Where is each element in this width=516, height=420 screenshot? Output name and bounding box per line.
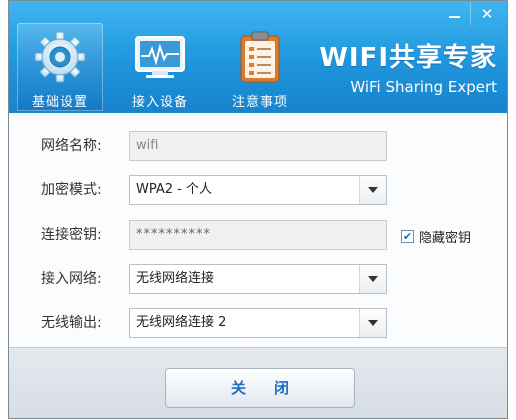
wireless-output-row: 无线输出: 无线网络连接 2 [9,308,507,338]
wireless-output-value: 无线网络连接 2 [136,315,227,330]
chevron-down-icon[interactable] [359,176,386,204]
chevron-down-icon[interactable] [359,265,386,293]
close-window-button[interactable]: ✕ [471,3,503,25]
ssid-input[interactable]: wifi [129,131,387,161]
tab-basic-settings[interactable]: 基础设置 [17,23,103,111]
clipboard-icon [240,31,280,83]
header-bar: ✕ 基础设置 接入设备 注意事项 WIFI共享专家 WiFi Sharing E… [9,1,507,113]
app-window: ✕ 基础设置 接入设备 注意事项 WIFI共享专家 WiFi Sharing E… [8,0,508,419]
encryption-label: 加密模式: [41,182,102,198]
source-network-select[interactable]: 无线网络连接 [129,264,387,294]
password-label: 连接密钥: [41,227,102,243]
hide-password-label[interactable]: 隐藏密钥 [419,227,471,246]
chevron-down-icon[interactable] [359,309,386,337]
brand-title: WIFI共享专家 [319,43,497,73]
window-controls: ✕ [438,3,503,25]
password-input[interactable]: ********** [129,220,387,250]
encryption-value: WPA2 - 个人 [136,182,212,197]
monitor-icon [135,36,185,78]
close-button[interactable]: 关闭 [165,368,355,408]
main-nav: 基础设置 接入设备 注意事项 [17,23,317,111]
ssid-label: 网络名称: [41,138,102,154]
tab-label: 基础设置 [31,95,88,110]
tab-label: 注意事项 [231,95,288,110]
password-row: 连接密钥: ********** ✔ 隐藏密钥 [9,220,507,250]
encryption-row: 加密模式: WPA2 - 个人 [9,175,507,205]
wireless-output-select[interactable]: 无线网络连接 2 [129,308,387,338]
source-network-value: 无线网络连接 [136,271,215,286]
ssid-row: 网络名称: wifi [9,131,507,161]
tab-connected-devices[interactable]: 接入设备 [117,23,203,111]
tab-label: 接入设备 [131,95,188,110]
tab-notes[interactable]: 注意事项 [217,23,303,111]
brand: WIFI共享专家 WiFi Sharing Expert [319,37,497,96]
wireless-output-label: 无线输出: [41,315,102,331]
brand-subtitle: WiFi Sharing Expert [350,78,497,96]
encryption-select[interactable]: WPA2 - 个人 [129,175,387,205]
minimize-button[interactable] [438,3,470,25]
source-network-label: 接入网络: [41,271,102,287]
hide-password-toggle[interactable]: ✔ 隐藏密钥 [401,227,471,246]
footer-bar: 关闭 [9,347,507,418]
minimize-icon [448,16,460,18]
source-network-row: 接入网络: 无线网络连接 [9,264,507,294]
gear-icon [34,31,86,83]
hide-password-checkbox[interactable]: ✔ [401,230,414,243]
